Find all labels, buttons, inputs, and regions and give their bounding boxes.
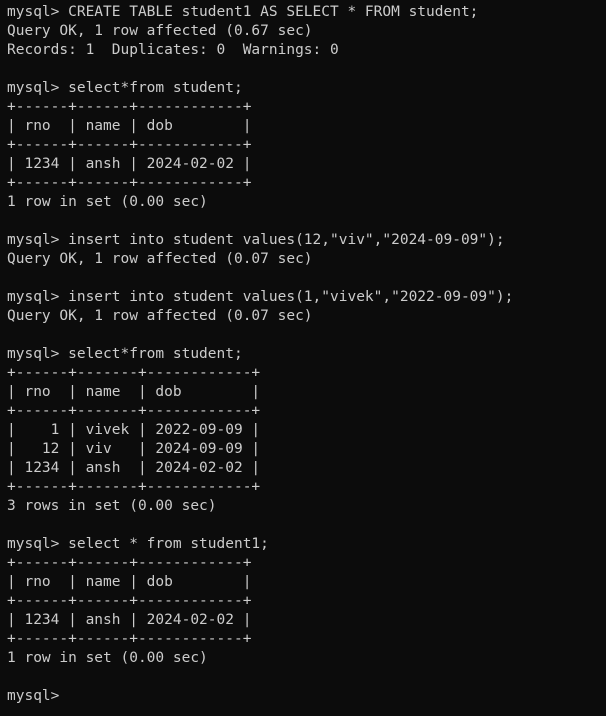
mysql-prompt: mysql> [7,688,69,704]
table-row: | 1234 | ansh | 2024-02-02 | [7,460,261,476]
table-border: +------+-------+------------+ [7,403,261,419]
table-border: +------+------+------------+ [7,137,252,153]
output-line: 3 rows in set (0.00 sec) [7,498,217,514]
command-line: mysql> insert into student values(1,"viv… [7,289,514,305]
table-border: +------+------+------------+ [7,593,252,609]
table-border: +------+------+------------+ [7,631,252,647]
table-row: | 1234 | ansh | 2024-02-02 | [7,612,252,628]
table-border: +------+------+------------+ [7,555,252,571]
command-line: mysql> select*from student; [7,346,243,362]
table-header: | rno | name | dob | [7,118,252,134]
output-line: 1 row in set (0.00 sec) [7,650,208,666]
table-border: +------+------+------------+ [7,99,252,115]
table-border: +------+-------+------------+ [7,479,261,495]
output-line: Query OK, 1 row affected (0.67 sec) [7,23,313,39]
table-header: | rno | name | dob | [7,384,261,400]
command-line: mysql> CREATE TABLE student1 AS SELECT *… [7,4,479,20]
output-line: Query OK, 1 row affected (0.07 sec) [7,251,313,267]
table-row: | 12 | viv | 2024-09-09 | [7,441,261,457]
prompt-line[interactable]: mysql> [7,687,606,706]
output-line: Records: 1 Duplicates: 0 Warnings: 0 [7,42,339,58]
command-line: mysql> select*from student; [7,80,243,96]
output-line: 1 row in set (0.00 sec) [7,194,208,210]
output-line: Query OK, 1 row affected (0.07 sec) [7,308,313,324]
table-border: +------+-------+------------+ [7,365,261,381]
table-border: +------+------+------------+ [7,175,252,191]
command-line: mysql> select * from student1; [7,536,269,552]
text-cursor [68,689,76,704]
command-line: mysql> insert into student values(12,"vi… [7,232,505,248]
terminal-window[interactable]: mysql> CREATE TABLE student1 AS SELECT *… [0,0,606,716]
table-row: | 1 | vivek | 2022-09-09 | [7,422,261,438]
table-row: | 1234 | ansh | 2024-02-02 | [7,156,252,172]
table-header: | rno | name | dob | [7,574,252,590]
